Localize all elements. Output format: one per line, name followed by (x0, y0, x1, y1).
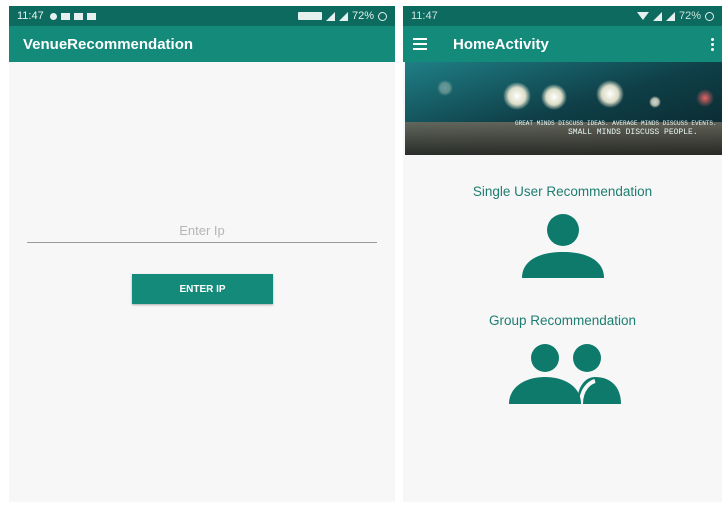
enter-ip-button[interactable]: ENTER IP (132, 274, 273, 304)
signal-icon (338, 11, 348, 21)
banner-quote-line2: SMALL MINDS DISCUSS PEOPLE. (568, 128, 698, 137)
signal-icon (325, 11, 335, 21)
message-icon (60, 12, 70, 20)
app-bar: HomeActivity (403, 26, 722, 62)
home-activity-screen: 11:47 72% HomeActivity GREAT MINDS DISCU… (403, 6, 722, 502)
hamburger-menu-icon[interactable] (413, 38, 427, 50)
sync-icon (378, 11, 387, 21)
banner-quote-line1: GREAT MINDS DISCUSS IDEAS. AVERAGE MINDS… (515, 120, 717, 127)
battery-saver-icon (297, 12, 322, 20)
mail-icon (73, 12, 83, 20)
overflow-menu-icon[interactable] (711, 37, 714, 51)
signal-icon (665, 11, 675, 21)
ip-input[interactable] (27, 218, 377, 243)
venue-recommendation-screen: 11:47 72% VenueRecommendation ENTER IP (9, 6, 395, 502)
status-time: 11:47 (411, 10, 438, 22)
app-title: HomeActivity (453, 35, 549, 53)
app-title: VenueRecommendation (23, 35, 194, 53)
group-recommendation-label[interactable]: Group Recommendation (403, 313, 722, 328)
sync-icon (705, 11, 714, 21)
status-bar: 11:47 72% (9, 6, 395, 26)
app-bar: VenueRecommendation (9, 26, 395, 62)
battery-level: 72% (351, 10, 374, 22)
sms-icon (86, 12, 96, 20)
wifi-icon (636, 12, 649, 20)
group-icon[interactable] (507, 344, 625, 404)
status-time: 11:47 (17, 10, 44, 22)
single-user-recommendation-label[interactable]: Single User Recommendation (403, 184, 722, 199)
status-bar: 11:47 72% (403, 6, 722, 26)
battery-level: 72% (678, 10, 701, 22)
signal-icon (652, 11, 662, 21)
person-icon[interactable] (520, 214, 606, 278)
banner-image: GREAT MINDS DISCUSS IDEAS. AVERAGE MINDS… (405, 62, 722, 155)
notification-icon (49, 12, 57, 20)
